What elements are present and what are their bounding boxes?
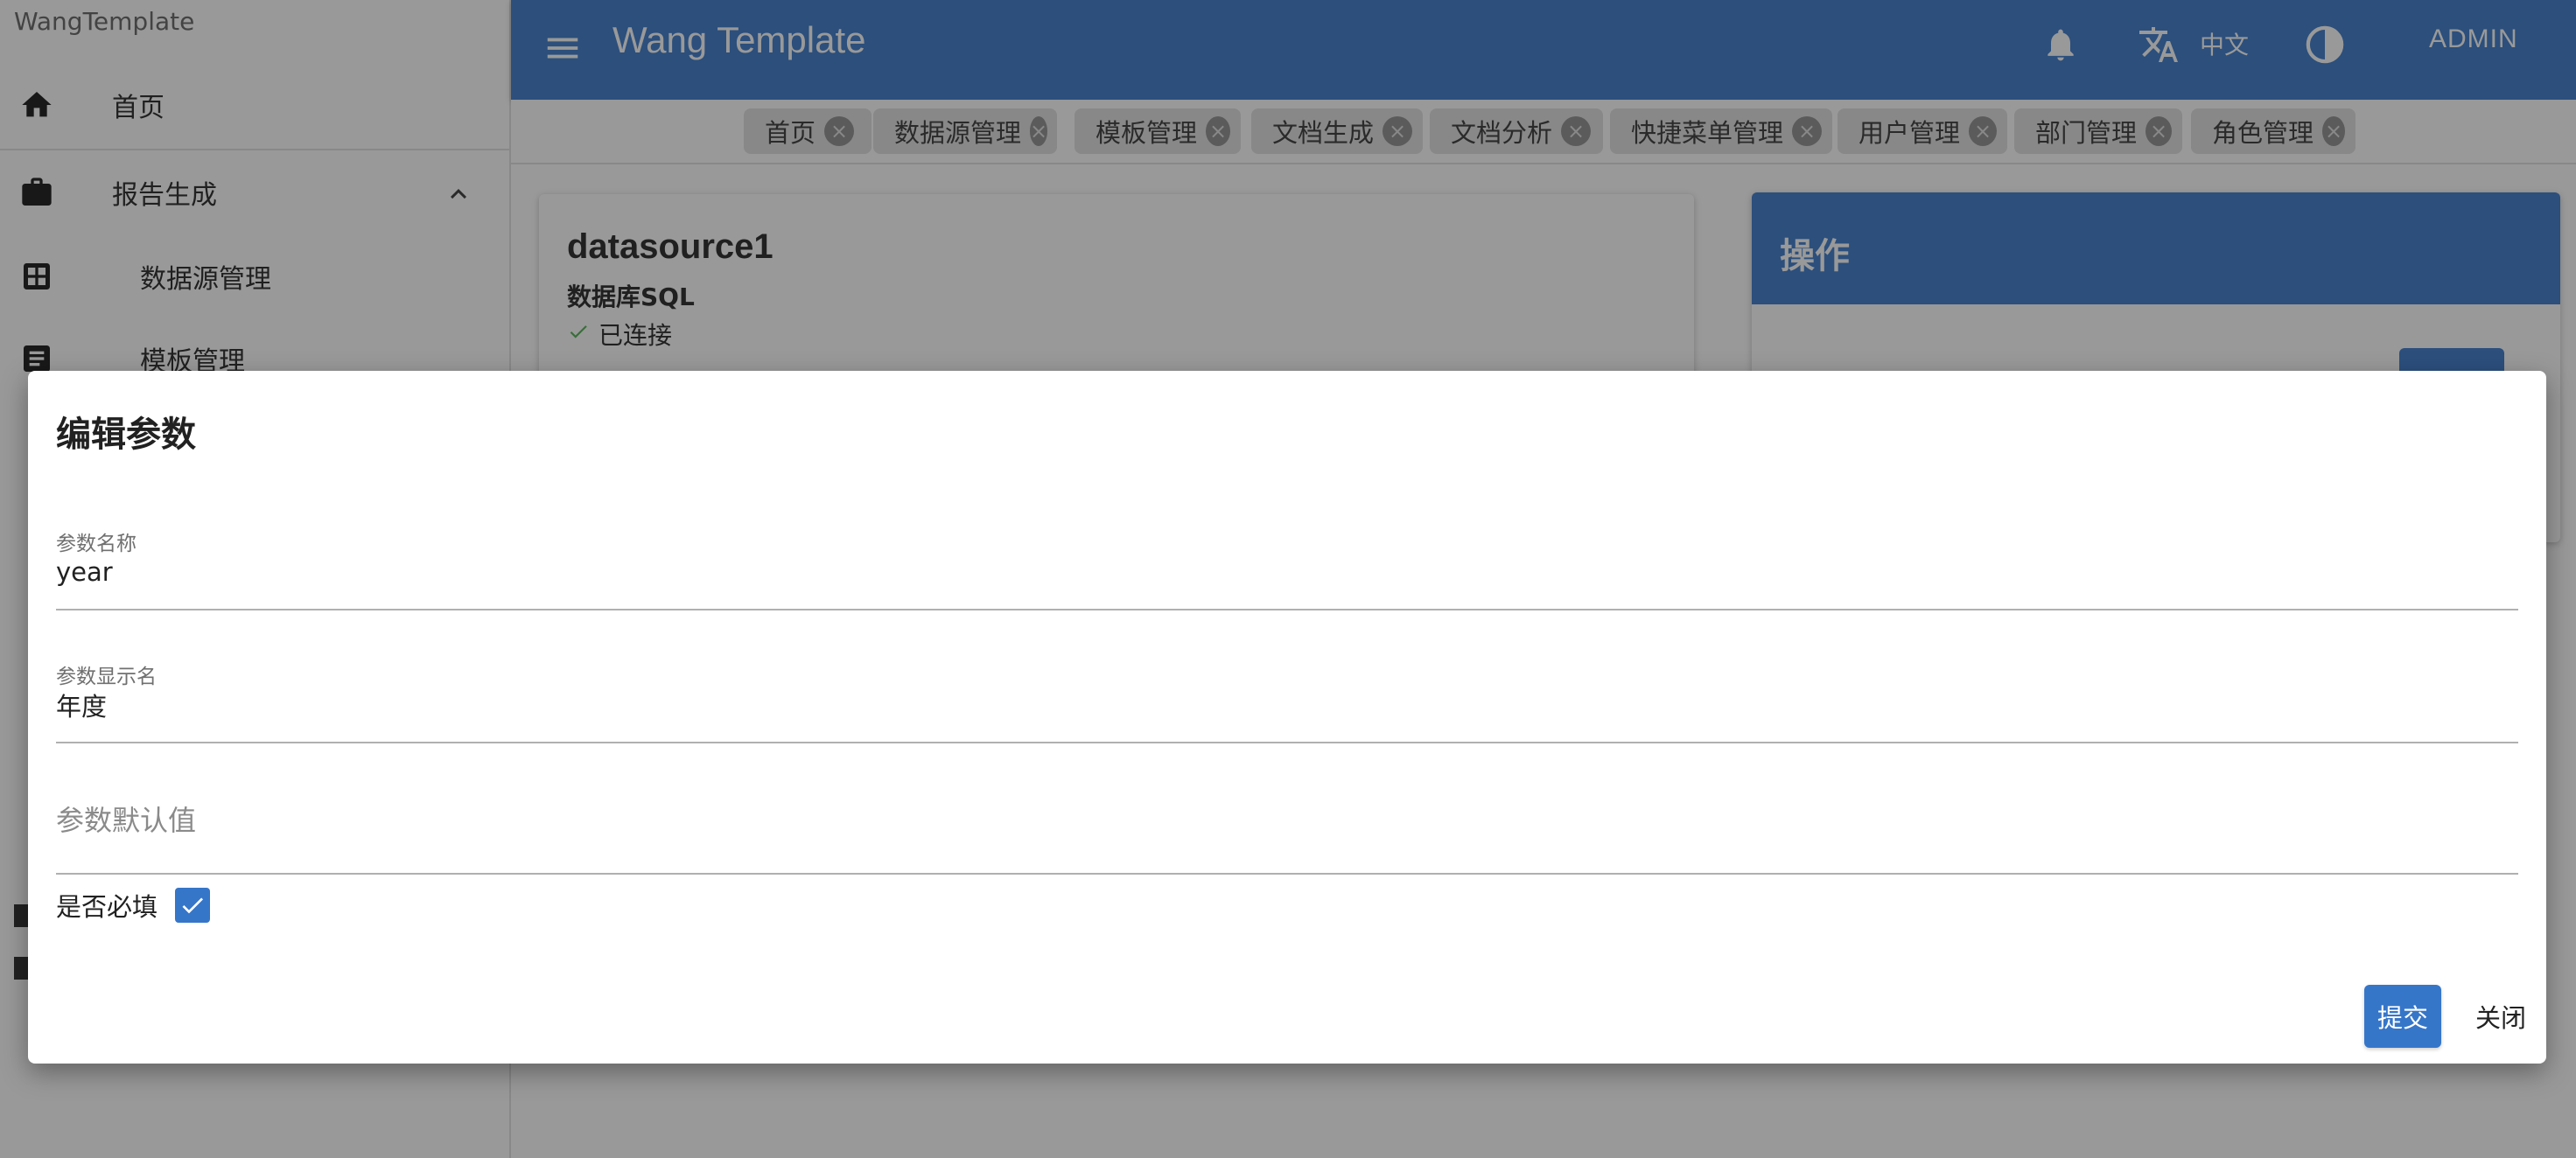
param-name-label: 参数名称 [56, 533, 136, 555]
param-display-name-input[interactable] [56, 686, 2518, 724]
check-icon [182, 897, 204, 914]
edit-parameter-dialog: 编辑参数 参数名称 参数显示名 是否必填 提交 关闭 [28, 371, 2546, 1064]
field-underline [56, 742, 2518, 743]
param-display-name-field: 参数显示名 [56, 659, 2518, 764]
param-display-name-label: 参数显示名 [56, 666, 157, 688]
required-checkbox[interactable] [175, 888, 211, 923]
required-label: 是否必填 [56, 892, 158, 922]
param-default-field [56, 782, 2518, 878]
field-underline [56, 873, 2518, 875]
field-underline [56, 609, 2518, 610]
param-default-input[interactable] [56, 799, 2518, 843]
dialog-title: 编辑参数 [56, 415, 196, 455]
close-button[interactable]: 关闭 [2466, 985, 2536, 1048]
required-row: 是否必填 [56, 887, 211, 924]
param-name-field: 参数名称 [56, 527, 2518, 631]
submit-button[interactable]: 提交 [2364, 985, 2441, 1048]
param-name-input[interactable] [56, 553, 2518, 591]
